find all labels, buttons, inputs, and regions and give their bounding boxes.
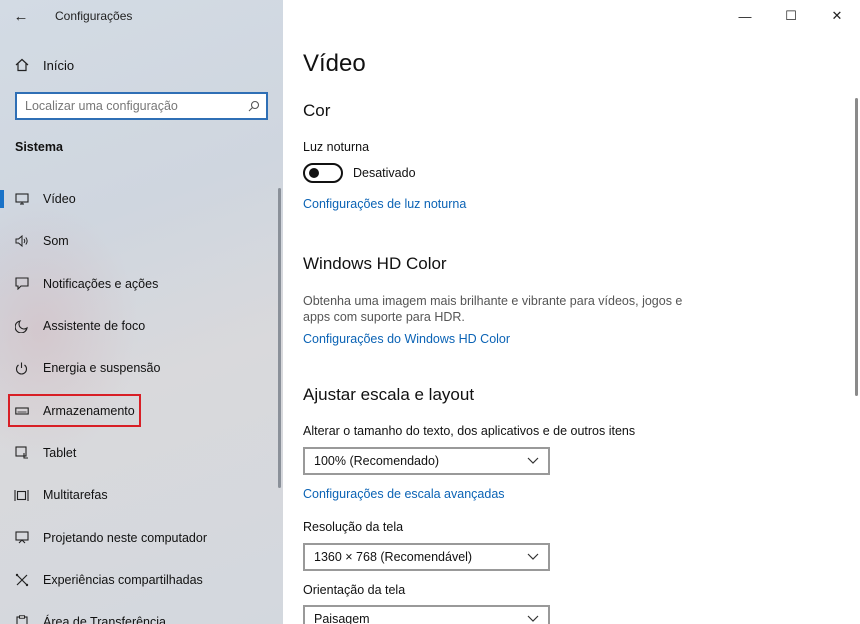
sidebar-item-label: Tablet <box>43 445 77 460</box>
shared-icon <box>0 573 43 587</box>
home-icon <box>0 58 43 72</box>
color-section-heading: Cor <box>303 101 331 120</box>
sidebar-item-video[interactable]: Vídeo <box>0 178 283 220</box>
scale-dropdown[interactable]: 100% (Recomendado) <box>303 447 550 475</box>
sidebar-item-projecting[interactable]: Projetando neste computador <box>0 516 283 558</box>
sidebar-scrollbar[interactable] <box>278 188 281 488</box>
maximize-button[interactable]: ☐ <box>768 0 814 32</box>
moon-icon <box>0 319 43 333</box>
scale-layout-heading: Ajustar escala e layout <box>303 385 475 404</box>
tablet-icon <box>0 446 43 459</box>
monitor-icon <box>0 193 43 205</box>
search-box[interactable] <box>15 92 268 120</box>
chevron-down-icon <box>527 613 539 624</box>
hd-color-heading: Windows HD Color <box>303 254 447 273</box>
orientation-value: Paisagem <box>314 612 370 624</box>
home-nav-item[interactable]: Início <box>0 48 283 82</box>
sidebar-item-label: Som <box>43 234 69 249</box>
chevron-down-icon <box>527 455 539 467</box>
scale-value: 100% (Recomendado) <box>314 454 440 468</box>
sidebar-item-sound[interactable]: Som <box>0 220 283 262</box>
night-light-toggle-row: Desativado <box>303 163 416 183</box>
sidebar-item-label: Projetando neste computador <box>43 530 207 545</box>
sidebar-item-storage[interactable]: Armazenamento <box>0 389 283 431</box>
sidebar-item-shared-experiences[interactable]: Experiências compartilhadas <box>0 559 283 601</box>
sidebar-item-label: Assistente de foco <box>43 319 146 334</box>
projector-icon <box>0 531 43 544</box>
title-bar: ← Configurações <box>0 0 283 32</box>
night-light-settings-link[interactable]: Configurações de luz noturna <box>303 197 466 211</box>
app-title: Configurações <box>55 9 133 23</box>
search-input[interactable] <box>17 99 242 113</box>
sidebar-item-notifications[interactable]: Notificações e ações <box>0 263 283 305</box>
sidebar-item-power[interactable]: Energia e suspensão <box>0 347 283 389</box>
back-button[interactable]: ← <box>0 0 42 32</box>
sidebar-item-multitasking[interactable]: Multitarefas <box>0 474 283 516</box>
hd-color-description: Obtenha uma imagem mais brilhante e vibr… <box>303 294 683 324</box>
chevron-down-icon <box>527 551 539 563</box>
sidebar-item-label: Vídeo <box>43 192 76 207</box>
page-title: Vídeo <box>303 50 366 77</box>
multitask-icon <box>0 489 43 502</box>
scale-label: Alterar o tamanho do texto, dos aplicati… <box>303 424 636 438</box>
resolution-value: 1360 × 768 (Recomendável) <box>314 550 473 564</box>
maximize-icon: ☐ <box>785 8 797 23</box>
advanced-scaling-link[interactable]: Configurações de escala avançadas <box>303 487 505 501</box>
night-light-toggle[interactable] <box>303 163 343 183</box>
close-button[interactable]: ✕ <box>814 0 860 32</box>
toggle-knob <box>309 168 319 178</box>
orientation-label: Orientação da tela <box>303 583 406 597</box>
highlight-box <box>8 394 141 428</box>
sidebar-item-clipboard[interactable]: Área de Transferência <box>0 601 283 624</box>
minimize-icon: — <box>738 8 752 24</box>
sidebar-item-tablet[interactable]: Tablet <box>0 432 283 474</box>
search-icon[interactable] <box>242 100 266 112</box>
section-label: Sistema <box>15 140 63 154</box>
notification-icon <box>0 277 43 291</box>
home-label: Início <box>43 57 75 73</box>
sidebar-item-label: Área de Transferência <box>43 615 166 624</box>
hd-color-settings-link[interactable]: Configurações do Windows HD Color <box>303 332 510 346</box>
sidebar-item-label: Multitarefas <box>43 488 108 503</box>
sidebar: ← Configurações Início Sistema Vídeo Som <box>0 0 283 624</box>
resolution-dropdown[interactable]: 1360 × 768 (Recomendável) <box>303 543 550 571</box>
sidebar-item-label: Energia e suspensão <box>43 361 161 376</box>
content-pane: — ☐ ✕ Vídeo Cor Luz noturna Desativado C… <box>283 0 860 624</box>
resolution-label: Resolução da tela <box>303 520 404 534</box>
minimize-button[interactable]: — <box>722 0 768 32</box>
nav-list: Vídeo Som Notificações e ações Assistent… <box>0 178 283 624</box>
content-scrollbar[interactable] <box>855 98 858 396</box>
sidebar-item-focus-assist[interactable]: Assistente de foco <box>0 305 283 347</box>
sidebar-item-label: Experiências compartilhadas <box>43 572 203 587</box>
orientation-dropdown[interactable]: Paisagem <box>303 605 550 624</box>
window-controls: — ☐ ✕ <box>722 0 860 32</box>
night-light-label: Luz noturna <box>303 140 370 154</box>
close-icon: ✕ <box>831 8 843 23</box>
night-light-state: Desativado <box>353 166 416 180</box>
clipboard-icon <box>0 615 43 624</box>
speaker-icon <box>0 235 43 248</box>
back-arrow-icon: ← <box>13 7 29 25</box>
sidebar-item-label: Notificações e ações <box>43 276 159 291</box>
power-icon <box>0 362 43 375</box>
